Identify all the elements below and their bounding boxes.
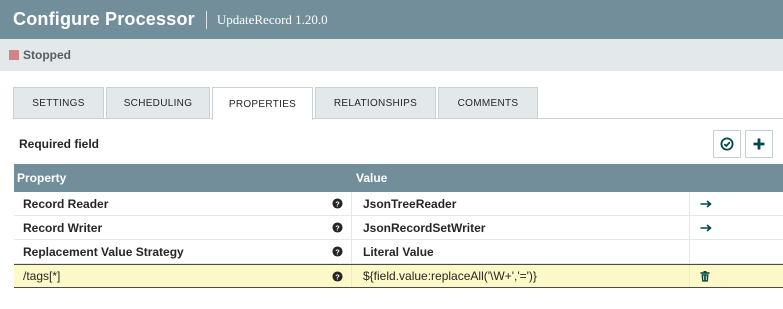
status-bar: Stopped [0,39,783,71]
column-header-actions [689,164,783,192]
properties-table: Property Value Record Reader ? JsonTreeR… [14,164,783,288]
tab-properties[interactable]: PROPERTIES [212,87,313,120]
tabs-underline [13,118,783,119]
column-header-property[interactable]: Property [14,164,351,192]
svg-text:?: ? [335,223,340,232]
tab-bar: SETTINGS SCHEDULING PROPERTIES RELATIONS… [13,87,540,120]
help-icon[interactable]: ? [332,270,343,282]
table-row[interactable]: Replacement Value Strategy ? Literal Val… [14,240,783,264]
svg-text:?: ? [335,272,340,281]
property-value: Literal Value [363,244,434,259]
property-value: JsonTreeReader [363,196,457,211]
add-property-button[interactable] [745,130,773,158]
processor-type-version: UpdateRecord 1.20.0 [216,11,328,27]
property-name: Record Writer [23,220,103,235]
column-header-value[interactable]: Value [351,164,689,192]
table-header: Property Value [14,164,783,192]
help-icon[interactable]: ? [332,246,343,257]
tab-settings[interactable]: SETTINGS [13,87,104,119]
property-name: Record Reader [23,196,109,211]
check-circle-icon [720,137,734,151]
property-value: ${field.value:replaceAll('\W+','=')} [363,269,537,283]
property-value: JsonRecordSetWriter [363,220,486,235]
property-name: /tags[*] [23,269,61,283]
svg-text:?: ? [335,247,340,256]
help-icon[interactable]: ? [332,222,343,233]
tab-scheduling[interactable]: SCHEDULING [106,87,210,119]
dialog-title: Configure Processor [13,9,195,29]
help-icon[interactable]: ? [332,198,343,209]
tab-relationships[interactable]: RELATIONSHIPS [315,87,436,119]
tab-comments[interactable]: COMMENTS [438,87,538,119]
go-to-arrow-icon[interactable] [700,223,712,232]
table-row-selected[interactable]: /tags[*] ? ${field.value:replaceAll('\W+… [14,264,783,288]
verify-properties-button[interactable] [713,130,741,158]
header-divider [205,10,207,29]
dialog-header: Configure Processor UpdateRecord 1.20.0 [0,0,783,39]
status-label: Stopped [23,48,71,62]
required-field-label: Required field [19,137,100,151]
stopped-icon [9,50,19,60]
table-row[interactable]: Record Reader ? JsonTreeReader [14,192,783,216]
trash-icon[interactable] [700,270,710,282]
table-row[interactable]: Record Writer ? JsonRecordSetWriter [14,216,783,240]
property-name: Replacement Value Strategy [23,244,184,259]
go-to-arrow-icon[interactable] [700,199,712,208]
plus-icon [753,138,765,150]
svg-text:?: ? [335,199,340,208]
